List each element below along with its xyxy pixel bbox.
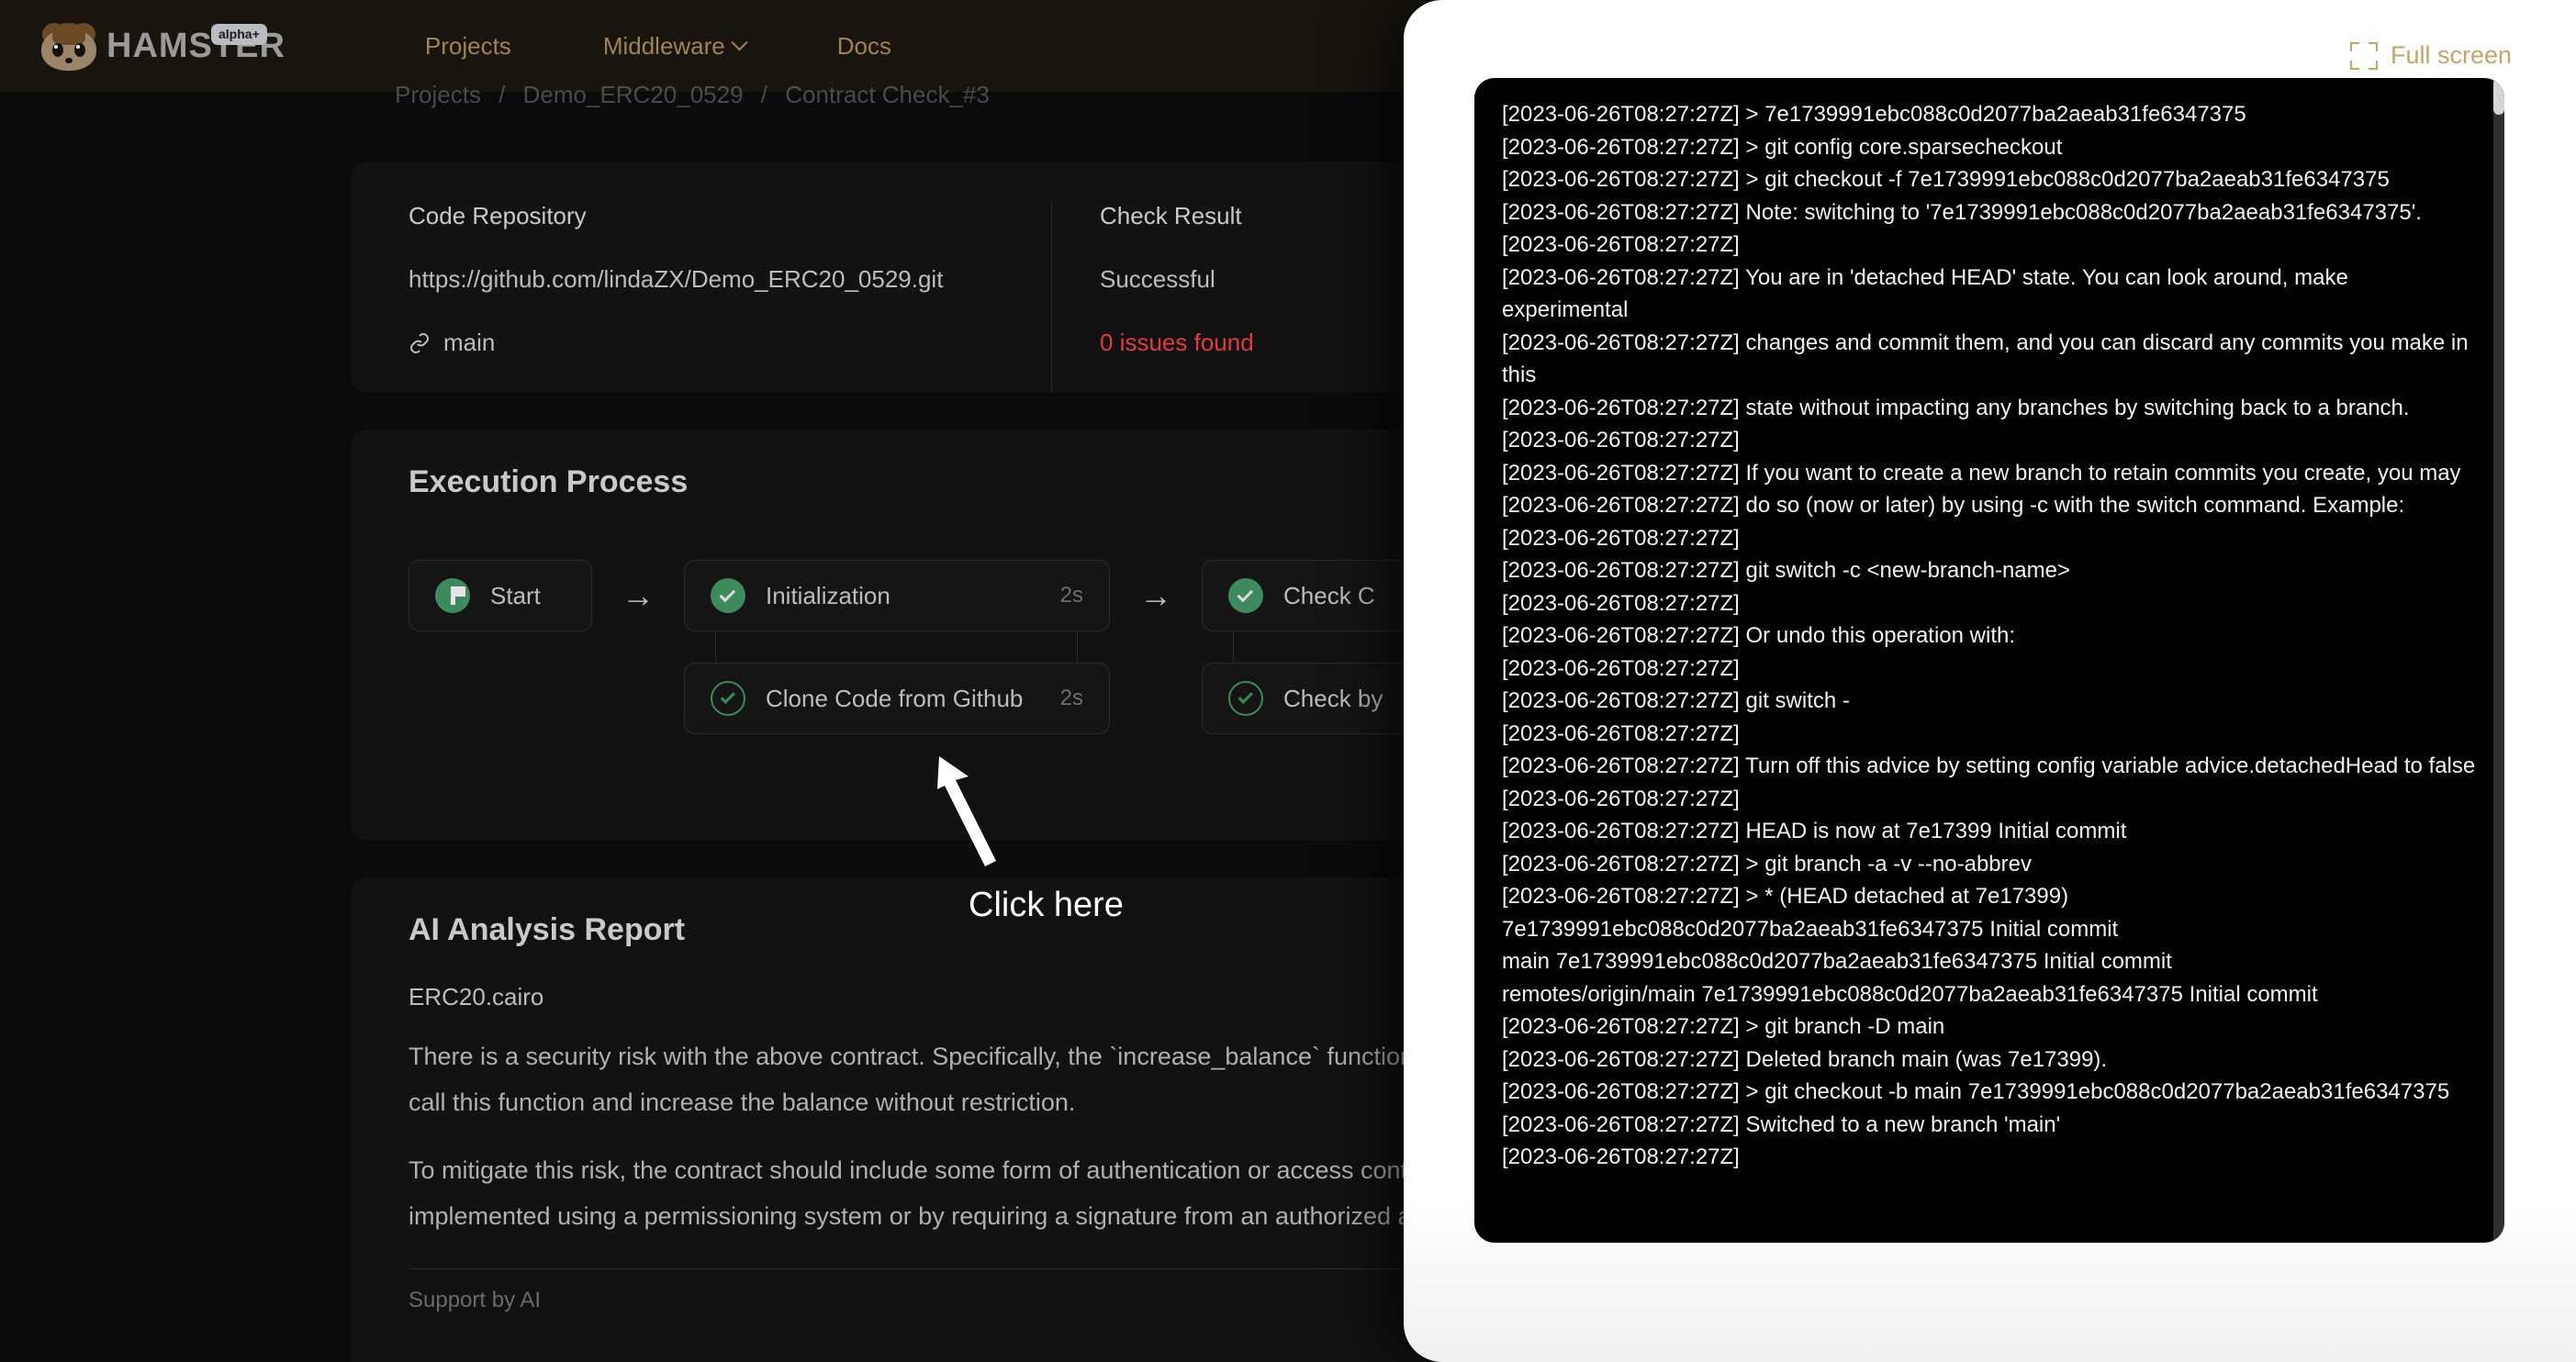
nav-item-projects[interactable]: Projects — [425, 32, 511, 61]
log-line: [2023-06-26T08:27:27Z] > * (HEAD detache… — [1502, 884, 2119, 942]
annotation-click-here-label: Click here — [969, 886, 1124, 924]
breadcrumb: Projects / Demo_ERC20_0529 / Contract Ch… — [395, 81, 990, 109]
node-start-label: Start — [490, 581, 541, 609]
log-lines-container: [2023-06-26T08:27:27Z] > 7e1739991ebc088… — [1474, 78, 2504, 1192]
logo[interactable]: HAMSTER alpha+ — [40, 21, 286, 71]
full-screen-label: Full screen — [2390, 41, 2512, 69]
flow-column-initialization: Initialization 2s Clone Code from Github… — [684, 560, 1110, 734]
log-line: [2023-06-26T08:27:27Z] — [1502, 720, 1740, 746]
node-initialization[interactable]: Initialization 2s — [684, 560, 1110, 631]
log-line: [2023-06-26T08:27:27Z] > git checkout -f… — [1502, 167, 2390, 192]
node-connector-1 — [715, 631, 1078, 663]
log-output-panel[interactable]: [2023-06-26T08:27:27Z] > 7e1739991ebc088… — [1474, 78, 2504, 1243]
log-line: remotes/origin/main 7e1739991ebc088c0d20… — [1502, 981, 2318, 1007]
expand-corners-icon — [2349, 41, 2378, 70]
log-scrollbar-track[interactable] — [2493, 78, 2504, 1243]
breadcrumb-separator: / — [498, 81, 506, 108]
log-line: [2023-06-26T08:27:27Z] > 7e1739991ebc088… — [1502, 102, 2246, 127]
breadcrumb-item-projects[interactable]: Projects — [395, 81, 481, 108]
breadcrumb-item-current: Contract Check_#3 — [785, 81, 990, 108]
check-circle-filled-icon-2 — [1228, 578, 1263, 613]
log-line: [2023-06-26T08:27:27Z] Note: switching t… — [1502, 199, 2422, 225]
screen: HAMSTER alpha+ Projects Middleware Docs … — [0, 0, 2576, 1362]
nav-label-middleware: Middleware — [602, 31, 725, 60]
log-line: [2023-06-26T08:27:27Z] Switched to a new… — [1502, 1111, 2061, 1137]
branch-row: main — [409, 329, 1051, 357]
log-line: [2023-06-26T08:27:27Z] > git config core… — [1502, 134, 2063, 160]
node-clone-code[interactable]: Clone Code from Github 2s — [684, 663, 1110, 734]
hamster-logo-icon — [40, 21, 97, 71]
annotation-arrow-icon — [937, 756, 996, 866]
branch-name: main — [443, 329, 496, 356]
log-line: [2023-06-26T08:27:27Z] Turn off this adv… — [1502, 754, 2476, 778]
alpha-badge: alpha+ — [211, 24, 267, 45]
log-line: [2023-06-26T08:27:27Z] git switch - — [1502, 688, 1850, 713]
full-screen-button[interactable]: Full screen — [2349, 41, 2512, 70]
log-line: [2023-06-26T08:27:27Z] git switch -c <ne… — [1502, 558, 2070, 583]
node-check-by-label: Check by — [1283, 684, 1383, 712]
log-modal-panel: Full screen [2023-06-26T08:27:27Z] > 7e1… — [1404, 0, 2576, 1362]
node-start[interactable]: Start — [409, 560, 592, 631]
log-line: [2023-06-26T08:27:27Z] > git branch -D m… — [1502, 1014, 1945, 1039]
log-scrollbar-thumb[interactable] — [2493, 78, 2504, 115]
chevron-down-icon — [731, 33, 748, 50]
log-line: [2023-06-26T08:27:27Z] If you want to cr… — [1502, 460, 2461, 486]
log-line: [2023-06-26T08:27:27Z] You are in 'detac… — [1502, 264, 2355, 323]
log-line: [2023-06-26T08:27:27Z] — [1502, 655, 1740, 681]
log-line: [2023-06-26T08:27:27Z] state without imp… — [1502, 395, 2410, 420]
log-line: [2023-06-26T08:27:27Z] Deleted branch ma… — [1502, 1046, 2108, 1072]
node-clone-code-time: 2s — [1059, 686, 1083, 710]
log-line: [2023-06-26T08:27:27Z] — [1502, 525, 1740, 551]
flag-icon — [435, 578, 470, 613]
log-line: [2023-06-26T08:27:27Z] — [1502, 786, 1740, 811]
log-line: [2023-06-26T08:27:27Z] — [1502, 590, 1740, 616]
log-line: [2023-06-26T08:27:27Z] — [1502, 232, 1740, 257]
main-nav: Projects Middleware Docs — [425, 32, 891, 61]
check-circle-outline-icon — [711, 681, 745, 716]
log-line: [2023-06-26T08:27:27Z] do so (now or lat… — [1502, 493, 2405, 518]
flow-column-start: Start — [409, 560, 592, 631]
check-circle-filled-icon — [711, 578, 745, 613]
log-line: main 7e1739991ebc088c0d2077ba2aeab31fe63… — [1502, 949, 2172, 974]
log-line: [2023-06-26T08:27:27Z] > git checkout -b… — [1502, 1079, 2450, 1104]
check-circle-outline-icon-2 — [1228, 681, 1263, 716]
nav-item-docs[interactable]: Docs — [837, 32, 891, 61]
node-initialization-label: Initialization — [766, 581, 890, 609]
node-initialization-time: 2s — [1059, 583, 1083, 608]
log-line: [2023-06-26T08:27:27Z] — [1502, 428, 1740, 452]
breadcrumb-separator-2: / — [760, 81, 768, 108]
repo-label: Code Repository — [409, 202, 587, 229]
breadcrumb-item-project[interactable]: Demo_ERC20_0529 — [523, 81, 744, 108]
nav-label-projects: Projects — [424, 31, 511, 60]
repo-column: Code Repository https://github.com/linda… — [409, 202, 1051, 393]
log-line: [2023-06-26T08:27:27Z] HEAD is now at 7e… — [1502, 819, 2127, 843]
link-icon — [410, 332, 429, 353]
log-line: [2023-06-26T08:27:27Z] > git branch -a -… — [1502, 851, 2032, 876]
log-line: [2023-06-26T08:27:27Z] changes and commi… — [1502, 329, 2475, 388]
log-line: [2023-06-26T08:27:27Z] Or undo this oper… — [1502, 623, 2016, 648]
nav-item-middleware[interactable]: Middleware — [602, 31, 748, 61]
nav-label-docs: Docs — [836, 31, 892, 60]
node-clone-code-label: Clone Code from Github — [766, 684, 1024, 712]
node-check-code-label: Check C — [1283, 581, 1375, 609]
arrow-right-icon-2: → — [1139, 576, 1172, 614]
log-line: [2023-06-26T08:27:27Z] — [1502, 1144, 1740, 1169]
repo-url: https://github.com/lindaZX/Demo_ERC20_05… — [409, 265, 944, 293]
arrow-right-icon-1: → — [622, 576, 655, 614]
